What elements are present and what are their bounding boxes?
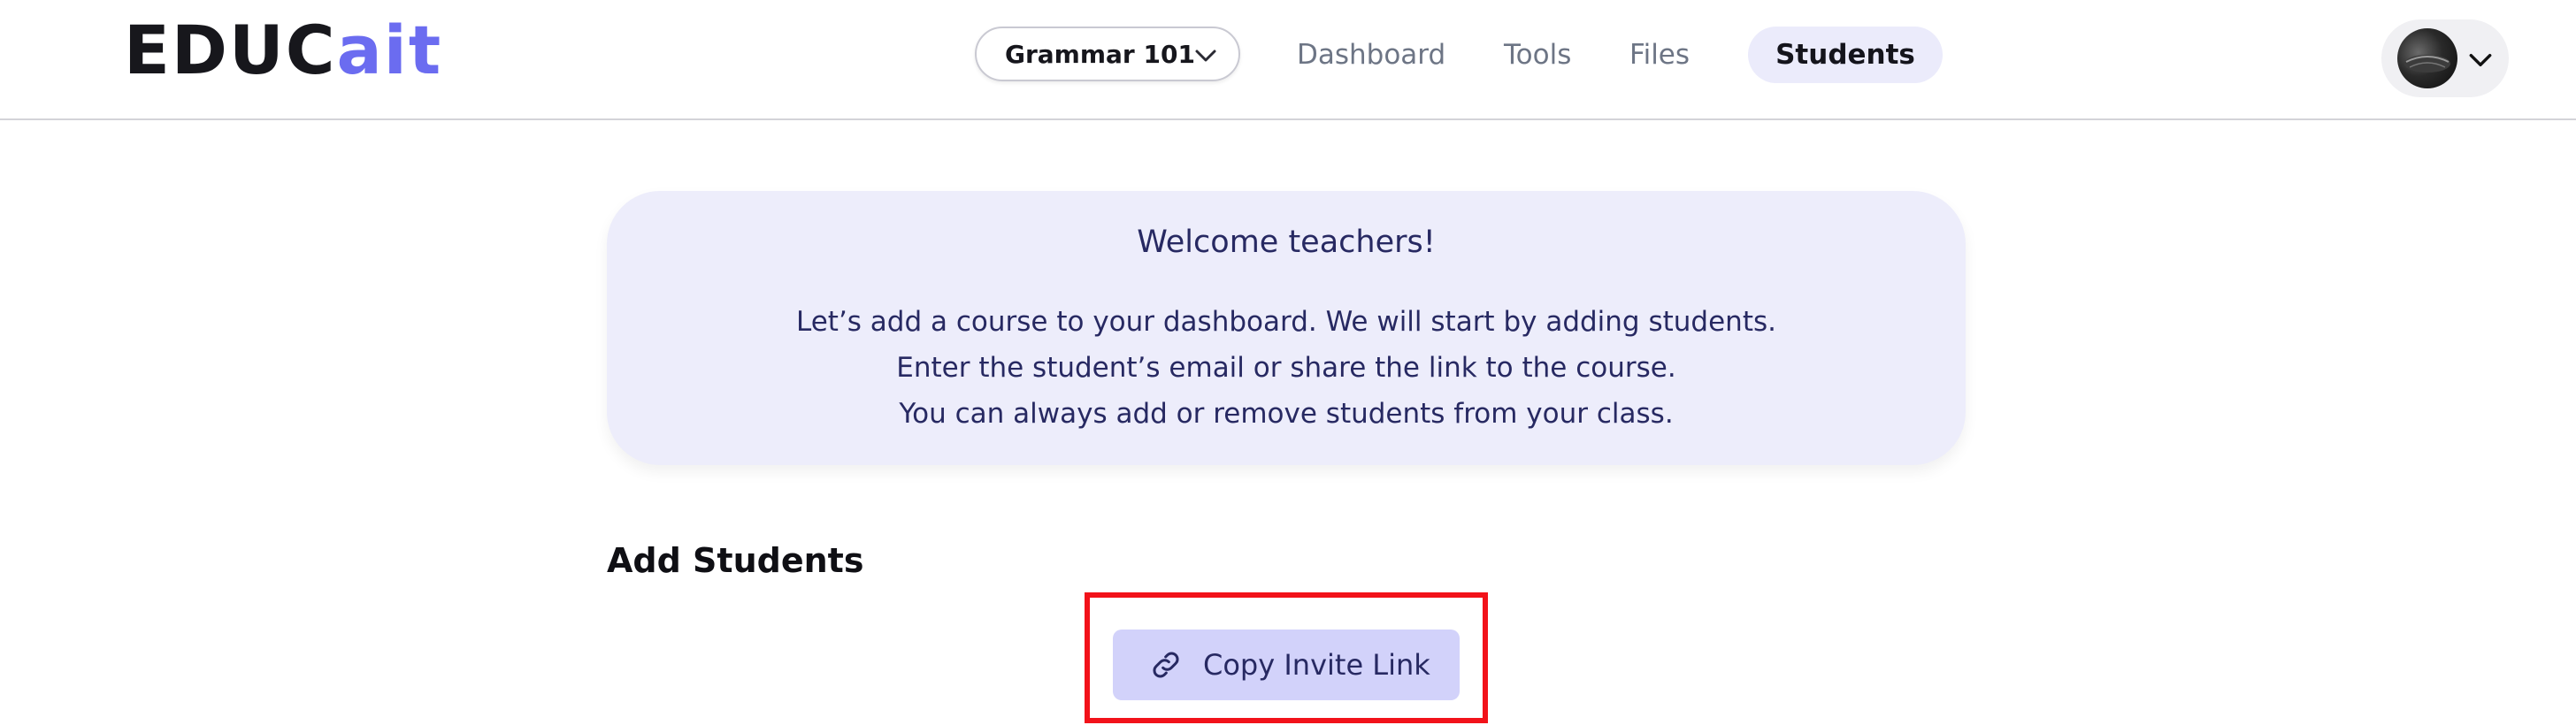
copy-invite-link-label: Copy Invite Link: [1203, 648, 1430, 682]
copy-invite-link-button[interactable]: Copy Invite Link: [1113, 630, 1460, 700]
chevron-down-icon: [1195, 50, 1216, 62]
avatar: [2397, 28, 2457, 88]
user-menu[interactable]: [2381, 19, 2509, 97]
link-icon: [1153, 652, 1179, 678]
nav-dashboard[interactable]: Dashboard: [1297, 32, 1445, 78]
top-header: EDUC ait Grammar 101 Dashboard Tools File…: [0, 0, 2576, 120]
welcome-title: Welcome teachers!: [1137, 225, 1436, 260]
avatar-image: [2404, 55, 2450, 72]
add-students-heading: Add Students: [607, 541, 864, 580]
chevron-down-icon: [2469, 53, 2492, 67]
nav-students[interactable]: Students: [1748, 27, 1943, 83]
nav-files[interactable]: Files: [1629, 32, 1690, 78]
welcome-card: Welcome teachers! Let’s add a course to …: [607, 191, 1966, 465]
logo-text-main: EDUC: [124, 11, 337, 89]
welcome-text-line: Enter the student’s email or share the l…: [896, 352, 1676, 384]
course-selector-value: Grammar 101: [1005, 39, 1195, 69]
educait-logo[interactable]: EDUC ait: [124, 12, 442, 88]
welcome-text-line: Let’s add a course to your dashboard. We…: [796, 306, 1776, 338]
course-selector[interactable]: Grammar 101: [975, 27, 1240, 81]
logo-text-accent: ait: [336, 11, 443, 89]
welcome-text-line: You can always add or remove students fr…: [899, 398, 1674, 430]
nav-tools[interactable]: Tools: [1504, 32, 1571, 78]
